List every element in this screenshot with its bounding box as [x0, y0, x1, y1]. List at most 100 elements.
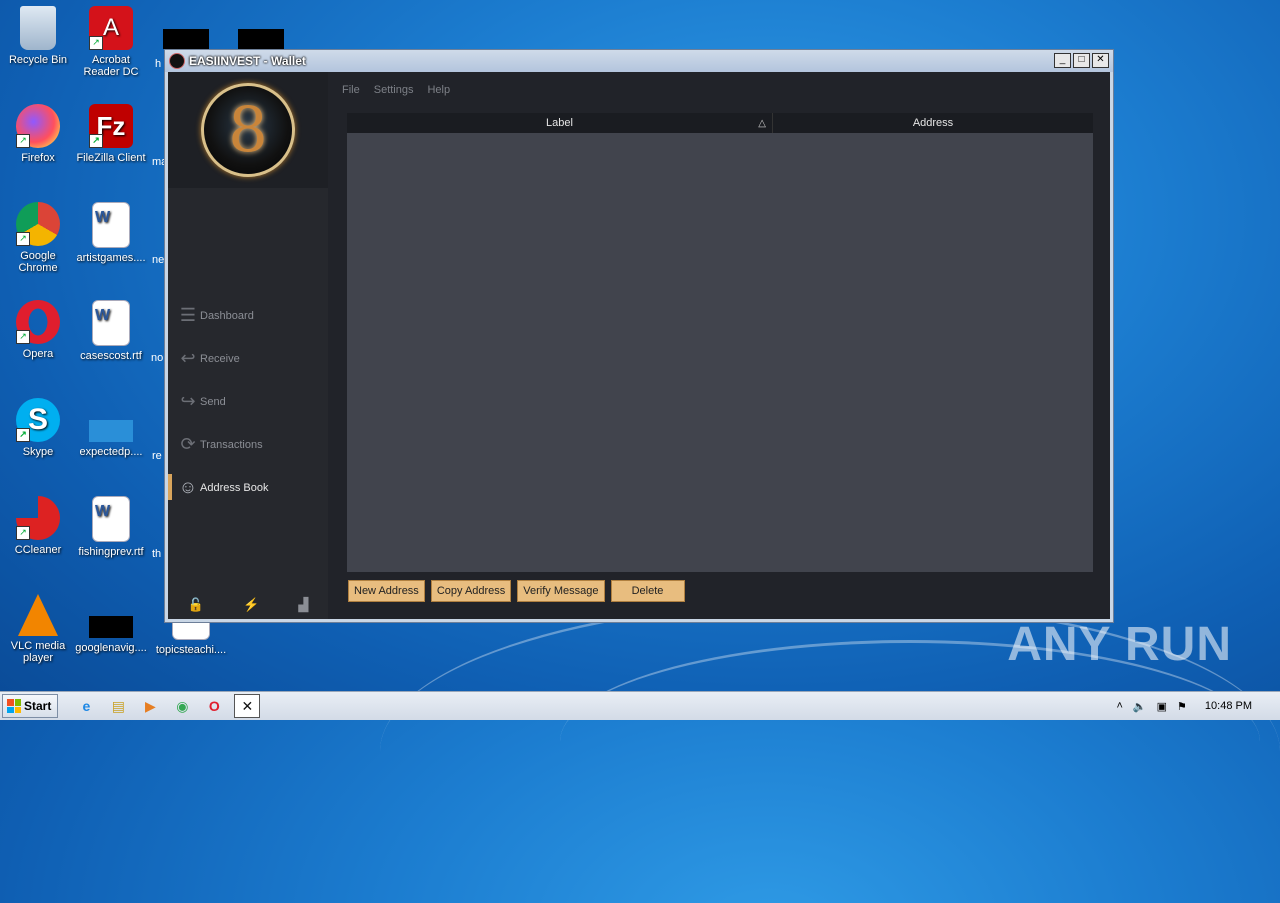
desktop-icon-label: fishingprev.rtf: [78, 546, 144, 558]
address-book-icon: ☺: [178, 477, 198, 497]
word-doc-icon: W: [92, 496, 130, 542]
sidebar-item-label: Address Book: [200, 481, 269, 494]
desktop-icon-skype[interactable]: S ↗ Skype: [0, 398, 76, 458]
menu-bar: File Settings Help: [342, 84, 450, 96]
sidebar: 8 ☰ Dashboard ↩ Receive ↪ Send ⟳ Transac…: [168, 72, 328, 619]
desktop-icon-label: Recycle Bin: [8, 54, 68, 66]
speaker-icon[interactable]: 🔈: [1133, 700, 1147, 713]
sidebar-item-label: Send: [200, 395, 226, 408]
signal-icon[interactable]: ▟: [298, 597, 308, 613]
desktop-redacted-icon: [163, 29, 209, 49]
sidebar-item-transactions[interactable]: ⟳ Transactions: [168, 423, 328, 466]
sidebar-item-send[interactable]: ↪ Send: [168, 380, 328, 423]
system-tray: ˄ 🔈 ▣ ⚑ 10:48 PM: [1116, 692, 1280, 720]
desktop-icon-label: casescost.rtf: [80, 350, 142, 362]
window-client: 8 ☰ Dashboard ↩ Receive ↪ Send ⟳ Transac…: [168, 72, 1110, 619]
desktop-partial-label: ne: [152, 254, 165, 266]
address-table[interactable]: Label △ Address: [347, 113, 1093, 572]
send-icon: ↪: [180, 391, 196, 411]
desktop-icon-label: googlenavig....: [75, 642, 147, 654]
desktop-icon-label: FileZilla Client: [76, 152, 146, 164]
column-header-address[interactable]: Address: [773, 113, 1093, 133]
close-button[interactable]: ✕: [1092, 53, 1109, 68]
wallet-app-icon: [169, 53, 185, 69]
desktop-icon-recycle-bin[interactable]: Recycle Bin: [0, 6, 76, 66]
chevron-up-icon[interactable]: ˄: [1116, 700, 1122, 712]
desktop-icon-firefox[interactable]: ↗ Firefox: [0, 104, 76, 164]
easiinvest-logo: 8: [201, 83, 295, 177]
media-player-icon[interactable]: ▶: [138, 695, 162, 717]
desktop-partial-label: no: [151, 352, 164, 364]
desktop-icon-label: VLC media player: [10, 640, 66, 664]
sidebar-item-label: Transactions: [200, 438, 263, 451]
dashboard-icon: ☰: [179, 305, 197, 325]
desktop-icon-ccleaner[interactable]: ↗ CCleaner: [0, 496, 76, 556]
lightning-icon[interactable]: ⚡: [243, 597, 259, 613]
window-title: EASIINVEST - Wallet: [189, 54, 306, 68]
desktop-icon-label: Google Chrome: [18, 250, 58, 274]
sidebar-item-label: Receive: [200, 352, 240, 365]
desktop-partial-label: th: [152, 548, 162, 560]
desktop-icon-fishingprev[interactable]: W fishingprev.rtf: [73, 496, 149, 558]
minimize-button[interactable]: _: [1054, 53, 1071, 68]
file-icon: [89, 616, 133, 638]
start-label: Start: [24, 699, 52, 713]
desktop-icon-chrome[interactable]: ↗ Google Chrome: [0, 202, 76, 274]
logo-glyph: 8: [228, 93, 268, 166]
taskbar: Start e ▤ ▶ ◉ O ✕ ˄ 🔈 ▣ ⚑ 10:48 PM: [0, 691, 1280, 720]
desktop-icon-googlenavig[interactable]: googlenavig....: [73, 594, 149, 654]
clock[interactable]: 10:48 PM: [1205, 700, 1252, 712]
window-titlebar[interactable]: EASIINVEST - Wallet _ □ ✕: [165, 50, 1113, 72]
desktop-icon-filezilla[interactable]: Fz ↗ FileZilla Client: [73, 104, 149, 164]
chrome-icon: ↗: [16, 202, 60, 246]
desktop-partial-label: re: [152, 450, 162, 462]
flag-icon[interactable]: ⚑: [1177, 700, 1187, 713]
desktop-icon-label: CCleaner: [14, 544, 62, 556]
menu-help[interactable]: Help: [427, 84, 450, 96]
start-button[interactable]: Start: [2, 694, 59, 718]
desktop-icon-expectedp[interactable]: expectedp....: [73, 398, 149, 458]
desktop-icon-label: expectedp....: [79, 446, 143, 458]
copy-address-button[interactable]: Copy Address: [430, 580, 512, 602]
sidebar-nav: ☰ Dashboard ↩ Receive ↪ Send ⟳ Transacti…: [168, 294, 328, 509]
desktop-icon-opera[interactable]: ↗ Opera: [0, 300, 76, 360]
recycle-bin-icon: [20, 6, 56, 50]
lock-icon[interactable]: 🔓: [188, 597, 204, 613]
ie-icon[interactable]: e: [74, 695, 98, 717]
wallet-app-icon[interactable]: ✕: [234, 694, 261, 718]
action-buttons: New Address Copy Address Verify Message …: [348, 580, 685, 602]
sidebar-item-receive[interactable]: ↩ Receive: [168, 337, 328, 380]
menu-file[interactable]: File: [342, 84, 360, 96]
main-panel: File Settings Help Label △ Address New A…: [328, 72, 1110, 619]
opera-icon[interactable]: O: [202, 695, 226, 717]
new-address-button[interactable]: New Address: [348, 580, 425, 602]
sidebar-item-address-book[interactable]: ☺ Address Book: [168, 466, 328, 509]
windows-flag-icon: [7, 699, 21, 713]
opera-icon: ↗: [16, 300, 60, 344]
desktop-icon-label: artistgames....: [76, 252, 146, 264]
delete-button[interactable]: Delete: [610, 580, 685, 602]
sidebar-footer: 🔓 ⚡ ▟: [168, 597, 328, 613]
sort-ascending-icon: △: [758, 117, 766, 129]
skype-icon: S ↗: [16, 398, 60, 442]
file-icon: [89, 420, 133, 442]
column-header-text: Label: [546, 117, 573, 129]
sidebar-item-label: Dashboard: [200, 309, 254, 322]
desktop-icon-artistgames[interactable]: W artistgames....: [73, 202, 149, 264]
maximize-button[interactable]: □: [1073, 53, 1090, 68]
chrome-icon[interactable]: ◉: [170, 695, 194, 717]
explorer-icon[interactable]: ▤: [106, 695, 130, 717]
network-icon[interactable]: ▣: [1157, 700, 1167, 713]
vlc-icon: [18, 594, 58, 636]
transactions-icon: ⟳: [180, 434, 196, 454]
table-header: Label △ Address: [347, 113, 1093, 133]
sidebar-item-dashboard[interactable]: ☰ Dashboard: [168, 294, 328, 337]
desktop-icon-casescost[interactable]: W casescost.rtf: [73, 300, 149, 362]
desktop-icon-acrobat[interactable]: A ↗ Acrobat Reader DC: [73, 6, 149, 78]
desktop-icon-label: Acrobat Reader DC: [83, 54, 139, 78]
menu-settings[interactable]: Settings: [374, 84, 414, 96]
verify-message-button[interactable]: Verify Message: [517, 580, 605, 602]
wallet-window: EASIINVEST - Wallet _ □ ✕ 8 ☰ Dashboard …: [164, 49, 1114, 623]
column-header-label[interactable]: Label △: [347, 113, 773, 133]
desktop-icon-vlc[interactable]: VLC media player: [0, 594, 76, 664]
